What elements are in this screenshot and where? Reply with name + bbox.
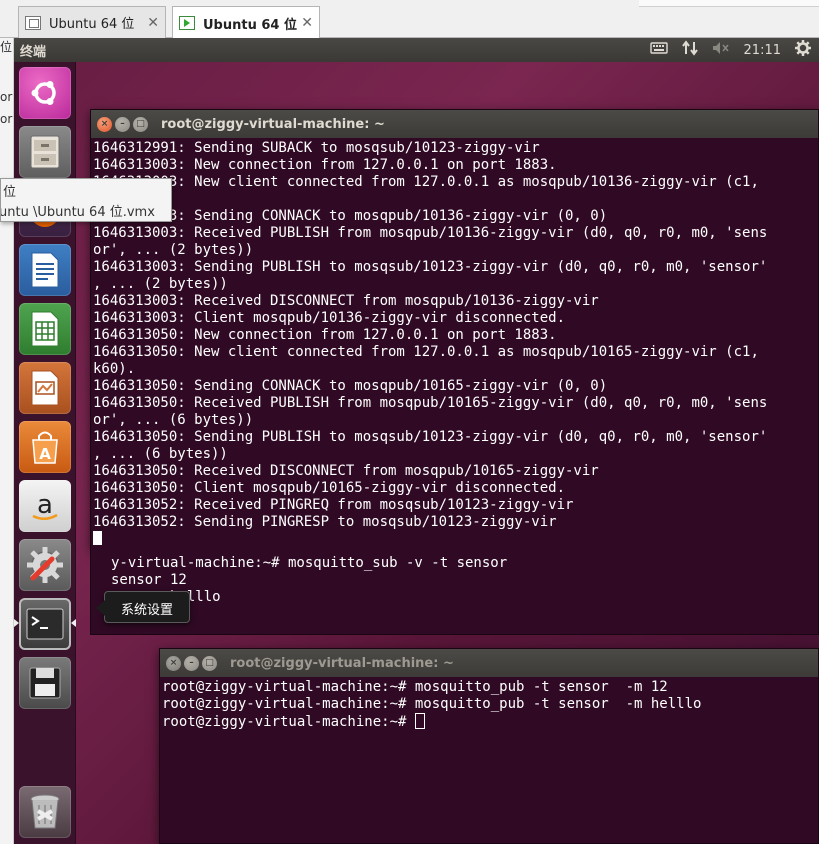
clock[interactable]: 21:11 <box>744 43 781 58</box>
settings-wrench-icon <box>27 547 63 583</box>
window-maximize-button[interactable]: □ <box>133 116 148 132</box>
presentation-icon <box>31 370 59 406</box>
terminal-log-line: 1646313052: Sending PINGRESP to mosqsub/… <box>93 514 557 530</box>
launcher-calc-button[interactable] <box>19 303 71 355</box>
terminal-log-line: 1646313003: New connection from 127.0.0.… <box>93 157 557 173</box>
terminal-log-line: or', ... (6 bytes)) <box>93 412 254 428</box>
terminal-log-line: 1646313003: Received PUBLISH from mosqpu… <box>93 225 768 241</box>
terminal-window-publisher[interactable]: × – □ root@ziggy-virtual-machine: ~ root… <box>159 648 819 844</box>
host-tab-bar: Ubuntu 64 位 ✕ Ubuntu 64 位 ✕ <box>0 0 819 39</box>
window-titlebar[interactable]: × – □ root@ziggy-virtual-machine: ~ <box>160 649 818 677</box>
trash-icon <box>30 794 60 829</box>
terminal-log-line: 1646313050: New client connected from 12… <box>93 344 759 360</box>
document-writer-icon <box>31 252 59 288</box>
terminal-output[interactable]: 1646312991: Sending SUBACK to mosqsub/10… <box>91 138 818 551</box>
terminal-output[interactable]: y-virtual-machine:~# mosquitto_sub -v -t… <box>91 553 818 626</box>
host-sidebar-text: or <box>0 112 13 126</box>
volume-muted-icon[interactable] <box>712 41 730 59</box>
host-sidebar-text: 位 <box>0 40 13 54</box>
publisher-command-line: root@ziggy-virtual-machine:~# mosquitto_… <box>162 696 702 712</box>
launcher-trash-button[interactable] <box>19 786 71 838</box>
window-titlebar[interactable]: × – □ root@ziggy-virtual-machine: ~ <box>91 110 818 138</box>
window-title: root@ziggy-virtual-machine: ~ <box>230 655 454 671</box>
launcher-writer-button[interactable] <box>19 244 71 296</box>
close-icon[interactable]: ✕ <box>147 15 159 31</box>
shopping-bag-icon: A <box>32 431 58 464</box>
terminal-icon <box>26 608 64 640</box>
launcher-floppy-button[interactable] <box>19 657 71 709</box>
tooltip-path-text: untu \Ubuntu 64 位.vmx <box>0 205 155 220</box>
terminal-cursor <box>93 531 102 546</box>
terminal-log-line: or', ... (2 bytes)) <box>93 242 254 258</box>
file-cabinet-icon <box>30 135 60 169</box>
host-tab-label: Ubuntu 64 位 <box>203 17 297 33</box>
host-sidebar-text: or <box>0 90 13 104</box>
host-tab-label: Ubuntu 64 位 <box>49 17 135 32</box>
close-icon[interactable]: ✕ <box>301 15 313 31</box>
launcher-dash-button[interactable] <box>19 67 71 119</box>
amazon-icon: a <box>32 490 58 520</box>
ubuntu-logo-icon <box>31 81 56 105</box>
launcher-terminal-button[interactable] <box>19 598 71 650</box>
subscriber-message-line: sensor 12 <box>111 572 187 588</box>
network-arrows-icon[interactable] <box>681 40 698 60</box>
terminal-window-subscriber[interactable]: y-virtual-machine:~# mosquitto_sub -v -t… <box>90 545 819 635</box>
window-minimize-button[interactable]: – <box>115 116 130 132</box>
publisher-command-line: root@ziggy-virtual-machine:~# mosquitto_… <box>162 679 668 695</box>
window-close-button[interactable]: × <box>166 655 181 671</box>
terminal-log-line: 1646313003: Received DISCONNECT from mos… <box>93 293 599 309</box>
window-maximize-button[interactable]: □ <box>202 655 217 671</box>
floppy-disk-icon <box>29 667 61 699</box>
publisher-prompt-line: root@ziggy-virtual-machine:~# <box>162 714 415 730</box>
spreadsheet-icon <box>31 311 59 347</box>
window-edge <box>91 545 818 553</box>
host-tab-tooltip: 位 untu \Ubuntu 64 位.vmx <box>0 178 172 222</box>
terminal-output[interactable]: root@ziggy-virtual-machine:~# mosquitto_… <box>160 677 818 733</box>
launcher-files-button[interactable] <box>19 126 71 178</box>
window-close-button[interactable]: × <box>97 116 112 132</box>
launcher-amazon-button[interactable]: a <box>19 480 71 532</box>
terminal-log-line: , ... (6 bytes)) <box>93 446 228 462</box>
terminal-log-line: 1646313052: Received PINGREQ from mosqsu… <box>93 497 574 513</box>
terminal-log-line: 1646313050: Received PUBLISH from mosqpu… <box>93 395 768 411</box>
svg-text:a: a <box>37 490 53 520</box>
host-tab-ubuntu-2[interactable]: Ubuntu 64 位 ✕ <box>172 6 320 39</box>
window-minimize-button[interactable]: – <box>184 655 199 671</box>
terminal-log-line: 1646312991: Sending SUBACK to mosqsub/10… <box>93 140 540 156</box>
host-sidebar: 位 or or <box>0 38 14 844</box>
subscriber-prompt-line: y-virtual-machine:~# mosquitto_sub -v -t… <box>111 555 508 571</box>
launcher-system-settings-button[interactable] <box>19 539 71 591</box>
terminal-log-line: 1646313050: New connection from 127.0.0.… <box>93 327 557 343</box>
indicator-area: 21:11 <box>649 40 811 60</box>
terminal-log-line: 1646313003: Sending PUBLISH to mosqsub/1… <box>93 259 768 275</box>
launcher-software-center-button[interactable]: A <box>19 421 71 473</box>
terminal-log-line: 1646313050: Client mosqpub/10165-ziggy-v… <box>93 480 566 496</box>
tooltip-text: 位 <box>3 185 17 200</box>
terminal-log-line: 1646313003: New client connected from 12… <box>93 174 759 190</box>
active-app-title: 终端 <box>20 45 47 60</box>
vm-running-icon <box>179 16 195 30</box>
terminal-log-line: 1646313050: Sending PUBLISH to mosqsub/1… <box>93 429 768 445</box>
focused-indicator <box>71 619 76 627</box>
gear-icon[interactable] <box>795 40 811 60</box>
keyboard-icon[interactable] <box>649 41 668 59</box>
terminal-window-broker[interactable]: × – □ root@ziggy-virtual-machine: ~ 1646… <box>90 109 819 549</box>
host-window-corner <box>639 0 819 7</box>
window-title: root@ziggy-virtual-machine: ~ <box>161 116 385 132</box>
terminal-cursor <box>414 713 425 729</box>
ubuntu-guest-screen[interactable]: 终端 21:11 A a × – □ root@ziggy-virtual-ma… <box>14 38 819 844</box>
launcher-tooltip: 系统设置 <box>95 591 191 623</box>
top-panel: 终端 21:11 <box>14 38 819 62</box>
host-tab-ubuntu-1[interactable]: Ubuntu 64 位 ✕ <box>18 6 166 38</box>
terminal-log-line: 1646313003: Client mosqpub/10136-ziggy-v… <box>93 310 566 326</box>
terminal-log-line: k60). <box>93 361 136 377</box>
launcher-impress-button[interactable] <box>19 362 71 414</box>
vm-icon <box>25 15 41 30</box>
svg-text:A: A <box>39 445 51 463</box>
terminal-log-line: , ... (2 bytes)) <box>93 276 228 292</box>
terminal-log-line: 1646313050: Sending CONNACK to mosqpub/1… <box>93 378 608 394</box>
terminal-log-line: 1646313050: Received DISCONNECT from mos… <box>93 463 599 479</box>
